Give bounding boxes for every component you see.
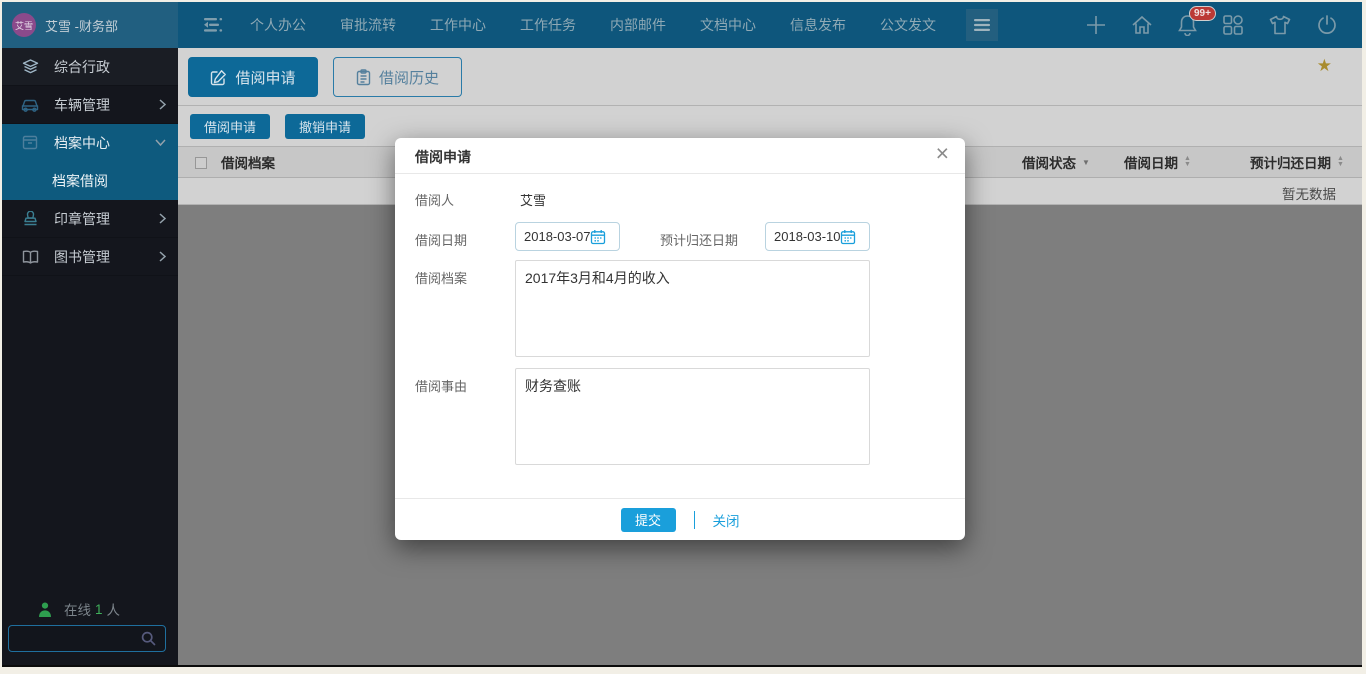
home-icon[interactable]: [1131, 14, 1153, 36]
username: 艾雪 -财务部: [45, 18, 118, 34]
column-header-archive[interactable]: 借阅档案: [221, 147, 275, 177]
sidebar-item-general-admin[interactable]: 综合行政: [2, 48, 178, 86]
sidebar-item-archive-borrowing[interactable]: 档案借阅: [2, 162, 178, 200]
empty-text: 暂无数据: [1282, 187, 1336, 202]
sort-icon[interactable]: ▲ ▼: [1337, 155, 1344, 168]
car-icon: [21, 98, 39, 112]
book-icon: [21, 250, 39, 264]
sidebar-item-label: 档案借阅: [52, 172, 108, 189]
chevron-right-icon: [159, 99, 166, 110]
user-info[interactable]: 艾雪 艾雪 -财务部: [2, 2, 178, 48]
sidebar-item-label: 印章管理: [54, 210, 110, 227]
sidebar-search-input[interactable]: [17, 626, 135, 651]
reason-label: 借阅事由: [415, 379, 468, 394]
sidebar-item-book-management[interactable]: 图书管理: [2, 238, 178, 276]
return-date-field[interactable]: [765, 222, 870, 251]
topbar-icons: 99+: [1085, 6, 1338, 36]
menu-item-info-publish[interactable]: 信息发布: [790, 15, 846, 35]
column-header-status[interactable]: 借阅状态 ▼: [1022, 147, 1090, 177]
menu-item-work-tasks[interactable]: 工作任务: [520, 15, 576, 35]
tab-label: 借阅历史: [378, 69, 439, 87]
close-button[interactable]: 关闭: [713, 510, 740, 530]
sidebar-item-label: 车辆管理: [54, 96, 110, 113]
return-date-input[interactable]: [766, 229, 840, 244]
modal-footer: 提交 关闭: [395, 498, 965, 540]
screen: 艾雪 艾雪 -财务部 个人办公 审批流转 工作中心 工作任务 内部邮件 文档中心…: [0, 0, 1366, 674]
modal-header: 借阅申请 ×: [395, 138, 965, 174]
online-status: 在线 1 人: [2, 599, 178, 619]
online-label: 在线: [64, 603, 91, 618]
menu-item-official-dispatch[interactable]: 公文发文: [880, 15, 936, 35]
calendar-icon[interactable]: [840, 229, 856, 245]
menu-item-document-center[interactable]: 文档中心: [700, 15, 756, 35]
notifications-bell-icon[interactable]: 99+: [1177, 6, 1216, 36]
topbar: 艾雪 艾雪 -财务部 个人办公 审批流转 工作中心 工作任务 内部邮件 文档中心…: [2, 2, 1362, 48]
archive-label: 借阅档案: [415, 271, 468, 286]
app-window: 艾雪 艾雪 -财务部 个人办公 审批流转 工作中心 工作任务 内部邮件 文档中心…: [2, 2, 1362, 667]
chevron-down-icon: [155, 139, 166, 146]
sidebar-item-seal-management[interactable]: 印章管理: [2, 200, 178, 238]
menu-item-work-center[interactable]: 工作中心: [430, 15, 486, 35]
notification-badge: 99+: [1189, 6, 1216, 21]
filter-caret-icon[interactable]: ▼: [1082, 158, 1090, 167]
menu-item-approval-flow[interactable]: 审批流转: [340, 15, 396, 35]
close-icon[interactable]: ×: [936, 140, 949, 167]
menu-item-personal-office[interactable]: 个人办公: [250, 15, 306, 35]
column-header-return-date[interactable]: 预计归还日期 ▲ ▼: [1250, 147, 1344, 177]
power-icon[interactable]: [1316, 14, 1338, 36]
borrow-date-field[interactable]: [515, 222, 620, 251]
apps-grid-icon[interactable]: [1222, 14, 1244, 36]
archive-icon: [21, 135, 39, 150]
calendar-icon[interactable]: [590, 229, 606, 245]
borrow-request-modal: 借阅申请 × 借阅人 艾雪 借阅日期 预计归还日期 借阅档案 2017年3月和4…: [395, 138, 965, 540]
person-icon: [38, 602, 52, 617]
cancel-request-button[interactable]: 撤销申请: [285, 114, 366, 139]
return-date-label: 预计归还日期: [660, 233, 739, 248]
select-all-checkbox[interactable]: [195, 157, 207, 169]
modal-title: 借阅申请: [415, 149, 471, 165]
menu-item-internal-mail[interactable]: 内部邮件: [610, 15, 666, 35]
sidebar-item-archive-center[interactable]: 档案中心: [2, 124, 178, 162]
tshirt-icon[interactable]: [1268, 14, 1292, 36]
chevron-right-icon: [159, 251, 166, 262]
sort-icon[interactable]: ▲ ▼: [1184, 155, 1191, 168]
tab-label: 借阅申请: [235, 69, 296, 87]
sidebar-nav: 综合行政 车辆管理 档案中心 档案借阅 印章管理 图书管理: [2, 48, 178, 276]
chevron-right-icon: [159, 213, 166, 224]
collapse-sidebar-icon[interactable]: [198, 15, 224, 35]
sidebar-item-label: 综合行政: [54, 58, 110, 75]
sidebar: 综合行政 车辆管理 档案中心 档案借阅 印章管理 图书管理 在线 1 人: [2, 48, 178, 665]
stamp-icon: [21, 210, 39, 227]
archive-textarea[interactable]: 2017年3月和4月的收入: [515, 260, 870, 357]
favorite-star-icon[interactable]: ★: [1317, 56, 1332, 76]
sidebar-search: [8, 625, 166, 652]
submit-button[interactable]: 提交: [620, 507, 676, 532]
borrow-date-input[interactable]: [516, 229, 590, 244]
avatar[interactable]: 艾雪: [12, 13, 36, 37]
borrow-date-label: 借阅日期: [415, 233, 468, 248]
top-menu: 个人办公 审批流转 工作中心 工作任务 内部邮件 文档中心 信息发布 公文发文: [250, 15, 936, 35]
more-menu-icon[interactable]: [966, 9, 998, 41]
footer-divider: [693, 510, 695, 529]
tab-borrow-history[interactable]: 借阅历史: [333, 57, 462, 97]
add-icon[interactable]: [1085, 14, 1107, 36]
layers-icon: [21, 58, 39, 75]
sidebar-item-vehicle-management[interactable]: 车辆管理: [2, 86, 178, 124]
online-suffix: 人: [106, 603, 121, 618]
history-icon: [356, 68, 371, 86]
column-header-borrow-date[interactable]: 借阅日期 ▲ ▼: [1124, 147, 1191, 177]
tab-borrow-request[interactable]: 借阅申请: [188, 57, 318, 97]
reason-textarea[interactable]: 财务查账: [515, 368, 870, 465]
borrow-request-button[interactable]: 借阅申请: [190, 114, 271, 139]
search-icon[interactable]: [141, 631, 156, 646]
online-count: 1: [95, 601, 103, 617]
sidebar-item-label: 图书管理: [54, 248, 110, 265]
borrower-value: 艾雪: [520, 193, 547, 208]
borrower-label: 借阅人: [415, 193, 455, 208]
tab-row: 借阅申请 借阅历史 ★: [178, 48, 1362, 106]
edit-icon: [210, 69, 227, 86]
sidebar-item-label: 档案中心: [54, 134, 110, 151]
